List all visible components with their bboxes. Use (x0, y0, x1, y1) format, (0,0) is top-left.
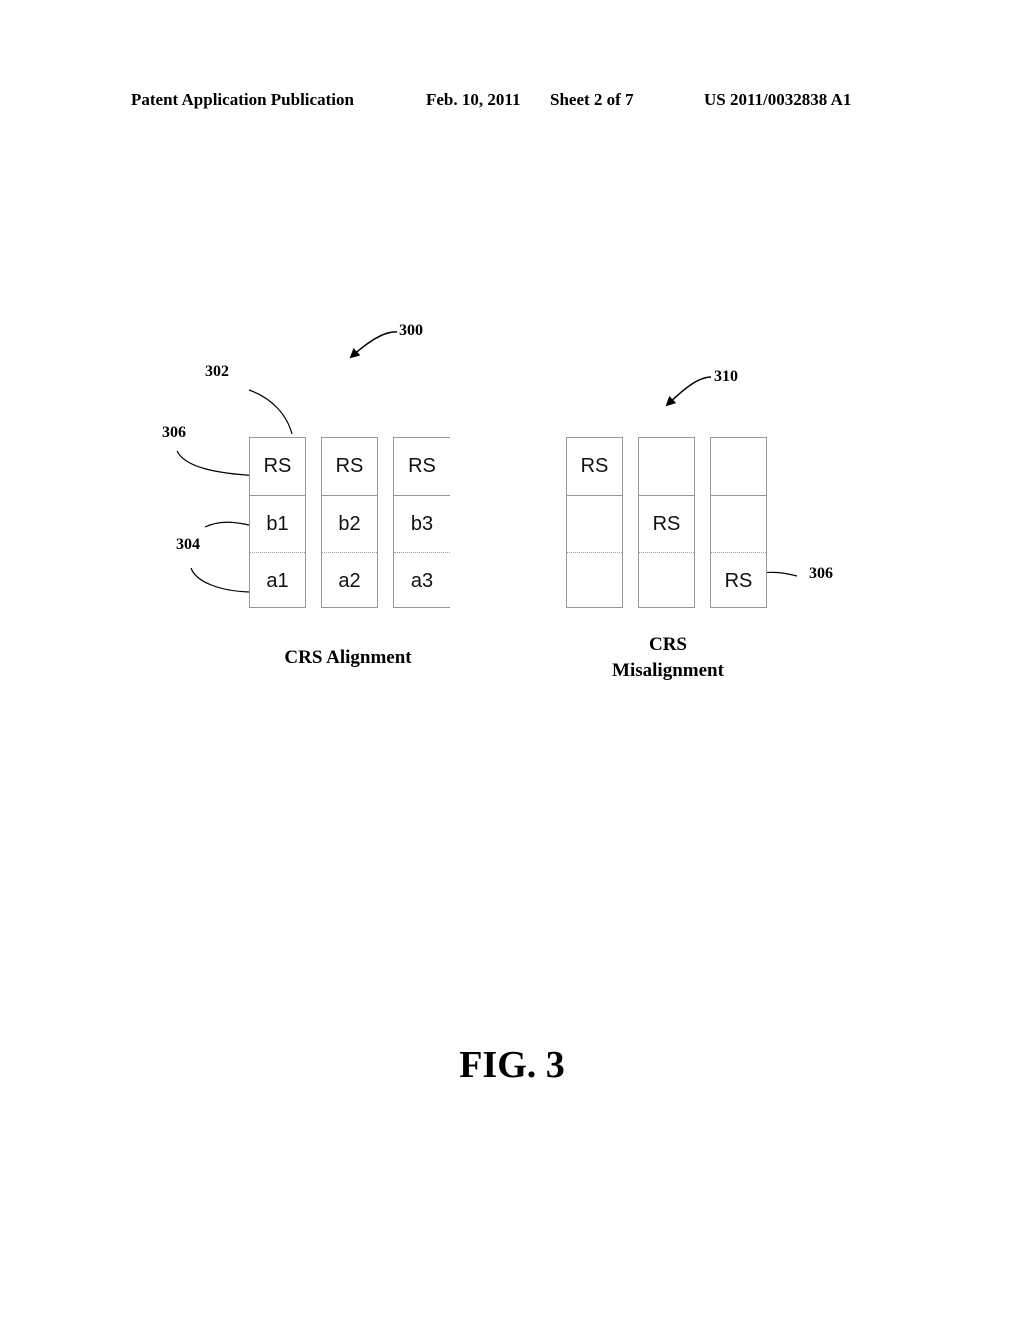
ref-302: 302 (205, 363, 229, 380)
resource-column-3: RS b3 a3 (393, 437, 450, 608)
resource-column-2: RS b2 a2 (321, 437, 378, 608)
cell-rs: RS (580, 455, 609, 477)
cell-rs: RS (711, 552, 766, 609)
cell-empty (639, 552, 694, 609)
leader-lines (176, 331, 798, 593)
publication-date: Feb. 10, 2011 (426, 90, 521, 109)
cell-empty (567, 552, 622, 609)
cell-empty (639, 438, 694, 495)
cell-b2: b2 (322, 495, 377, 552)
ref-306-right: 306 (809, 565, 833, 582)
ref-310: 310 (714, 368, 738, 385)
cell-a3: a3 (394, 552, 450, 609)
misaligned-column-2: RS (638, 437, 695, 608)
cell-b1: b1 (250, 495, 305, 552)
ref-306-left: 306 (162, 424, 186, 441)
caption-crs-line1: CRS (648, 634, 687, 655)
sheet-number: Sheet 2 of 7 (550, 90, 634, 109)
patent-number: US 2011/0032838 A1 (704, 90, 852, 109)
arrow-310 (665, 376, 712, 407)
cell-rs: RS (639, 495, 694, 552)
cell-empty (567, 495, 622, 552)
cell-a2: a2 (322, 552, 377, 609)
ref-300: 300 (399, 322, 423, 339)
ref-304: 304 (176, 536, 200, 553)
publication-title: Patent Application Publication (131, 90, 354, 109)
resource-column-1: RS b1 a1 (249, 437, 306, 608)
caption-crs-misalignment: Misalignment (612, 660, 724, 681)
cell-empty (711, 495, 766, 552)
cell-rs: RS (263, 455, 292, 477)
leader-304-upper (204, 521, 250, 528)
cell-rs: RS (335, 455, 364, 477)
cell-empty (711, 438, 766, 495)
caption-crs-alignment: CRS Alignment (284, 647, 412, 668)
leader-302 (248, 389, 293, 435)
misaligned-column-1: RS (566, 437, 623, 608)
leader-304-lower (190, 567, 250, 593)
figure-label: FIG. 3 (459, 1044, 565, 1086)
cell-rs: RS (408, 455, 436, 477)
cell-b3: b3 (394, 495, 450, 552)
misaligned-column-3: RS (710, 437, 767, 608)
cell-a1: a1 (250, 552, 305, 609)
arrow-300 (349, 331, 398, 359)
